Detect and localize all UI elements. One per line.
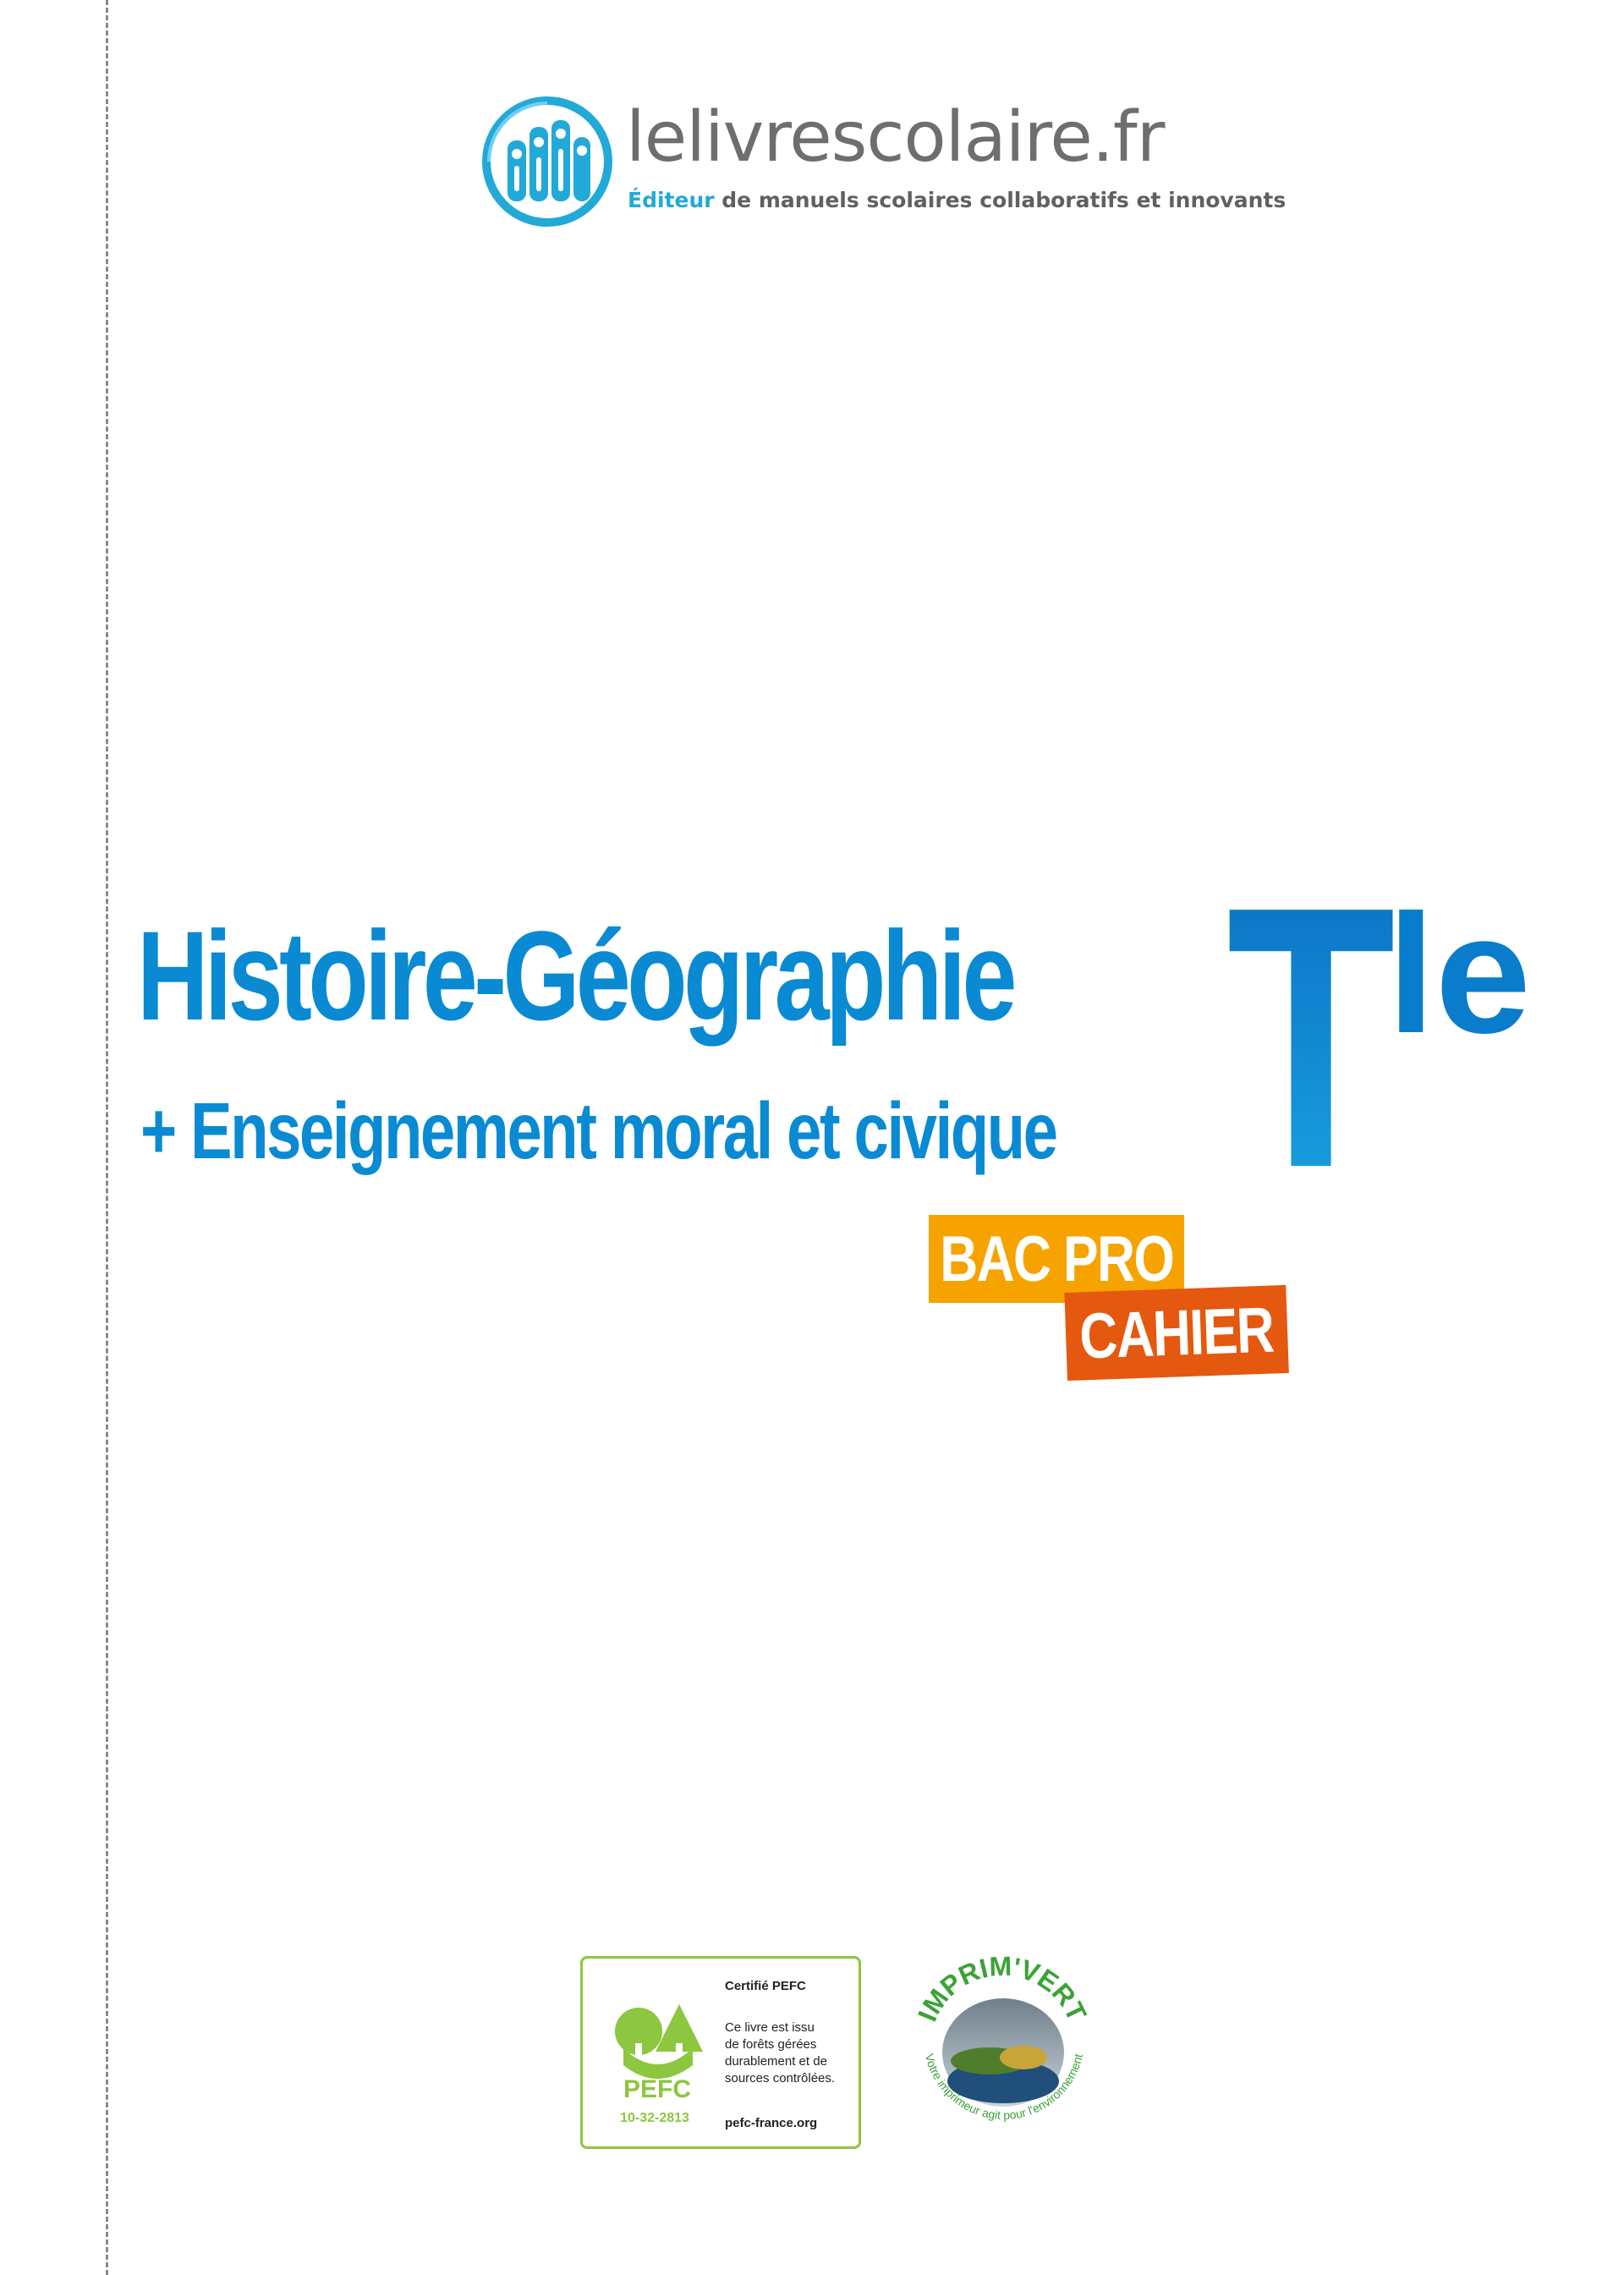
- pefc-line: sources contrôlées.: [725, 2071, 836, 2085]
- imprim-vert-seal: IMPRIM'VERT Votre imprimeur agit pour l'…: [912, 1951, 1093, 2122]
- tagline-accent: Éditeur: [628, 188, 715, 212]
- pefc-line: Ce livre est issu: [725, 2020, 815, 2035]
- pefc-line: de forêts gérées: [725, 2037, 817, 2052]
- pefc-logo-text: PEFC: [623, 2075, 691, 2102]
- pefc-title: Certifié PEFC: [725, 1979, 806, 1993]
- tagline-rest: de manuels scolaires collaboratifs et in…: [714, 188, 1287, 212]
- publisher-header: lelivrescolaire.fr Éditeur de manuels sc…: [480, 95, 1286, 239]
- pefc-line: durablement et de: [725, 2054, 827, 2069]
- pefc-url: pefc-france.org: [725, 2116, 818, 2130]
- bac-pro-label: BAC PRO: [940, 1223, 1175, 1295]
- book-subtitle: + Enseignement moral et civique: [140, 1086, 1058, 1176]
- dashed-cut-line: [106, 0, 108, 2275]
- level-suffix: le: [1387, 880, 1531, 1069]
- cahier-badge: CAHIER: [1064, 1284, 1289, 1381]
- level-letter: T: [1226, 863, 1396, 1176]
- pefc-certification: PEFC 10-32-2813 Certifié PEFC Ce livre e…: [580, 1956, 861, 2149]
- publisher-tagline: Éditeur de manuels scolaires collaborati…: [628, 188, 1286, 212]
- publisher-name: lelivrescolaire.fr: [626, 97, 1165, 178]
- level-terminale-mark: T le: [1226, 863, 1531, 1176]
- cahier-label: CAHIER: [1078, 1293, 1276, 1372]
- pefc-tree-logo-icon: PEFC: [615, 2004, 703, 2102]
- books-logo-icon: [482, 96, 612, 227]
- pefc-description: Ce livre est issu de forêts gérées durab…: [725, 2019, 852, 2087]
- pefc-number: 10-32-2813: [620, 2111, 689, 2125]
- book-title: Histoire-Géographie: [137, 904, 1017, 1047]
